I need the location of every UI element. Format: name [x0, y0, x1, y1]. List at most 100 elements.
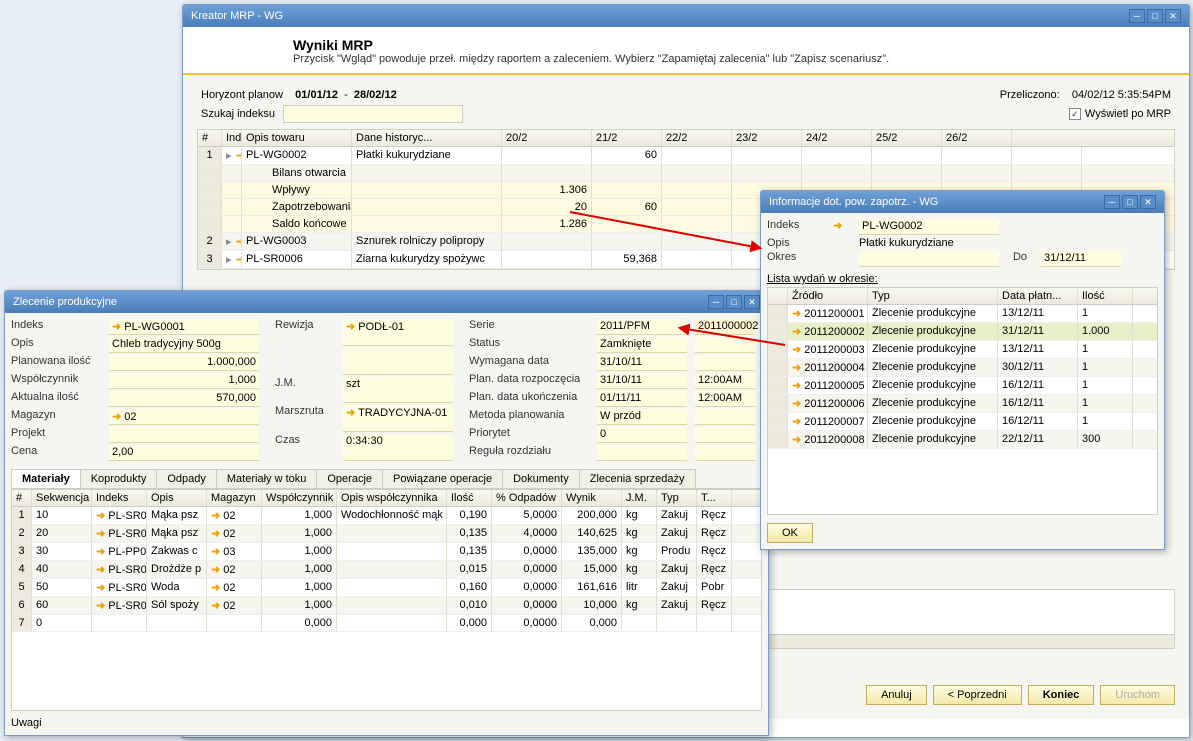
field-value[interactable]: [343, 348, 453, 375]
table-row[interactable]: ➜ 2011200006Zlecenie produkcyjne16/12/11…: [768, 395, 1157, 413]
maximize-icon[interactable]: □: [1147, 9, 1163, 23]
minimize-icon[interactable]: ─: [708, 295, 724, 309]
column-header[interactable]: Indeks: [92, 490, 147, 506]
drill-arrow-icon[interactable]: ➜: [96, 581, 105, 594]
close-icon[interactable]: ✕: [744, 295, 760, 309]
field-value[interactable]: 1,000: [109, 373, 259, 389]
field-value[interactable]: Chleb tradycyjny 500g: [109, 337, 259, 353]
column-header[interactable]: Magazyn: [207, 490, 262, 506]
field-value[interactable]: 0:34:30: [343, 434, 453, 461]
drill-arrow-icon[interactable]: ➜: [96, 563, 105, 576]
field-value[interactable]: [695, 355, 755, 371]
field-value[interactable]: [695, 445, 755, 461]
table-row[interactable]: 110➜ PL-SR00Mąka psz➜ 021,000Wodochłonno…: [12, 507, 761, 525]
field-value[interactable]: ➜ TRADYCYJNA-01: [343, 405, 453, 432]
table-row[interactable]: 220➜ PL-SR00Mąka psz➜ 021,0000,1354,0000…: [12, 525, 761, 543]
drill-arrow-icon[interactable]: ➜: [211, 599, 220, 612]
column-header[interactable]: 26/2: [942, 130, 1012, 146]
tab-dokumenty[interactable]: Dokumenty: [502, 469, 580, 488]
field-value[interactable]: 31/10/11: [597, 373, 687, 389]
cancel-button[interactable]: Anuluj: [866, 685, 927, 705]
tab-materiały-w-toku[interactable]: Materiały w toku: [216, 469, 317, 488]
column-header[interactable]: 23/2: [732, 130, 802, 146]
drill-arrow-icon[interactable]: ➜: [792, 433, 801, 446]
drill-arrow-icon[interactable]: ➜: [792, 361, 801, 374]
column-header[interactable]: 20/2: [502, 130, 592, 146]
info-period-to[interactable]: 31/12/11: [1041, 251, 1121, 267]
tab-operacje[interactable]: Operacje: [316, 469, 383, 488]
drill-arrow-icon[interactable]: ➜: [211, 545, 220, 558]
drill-arrow-icon[interactable]: ➜: [792, 343, 801, 356]
column-header[interactable]: J.M.: [622, 490, 657, 506]
maximize-icon[interactable]: □: [1122, 195, 1138, 209]
drill-arrow-icon[interactable]: ➜: [211, 563, 220, 576]
column-header[interactable]: Ilość: [1078, 288, 1133, 304]
table-row[interactable]: 700,0000,0000,00000,000: [12, 615, 761, 632]
drill-arrow-icon[interactable]: ➜: [96, 545, 105, 558]
info-grid[interactable]: ŹródłoTypData płatn...Ilość ➜ 2011200001…: [767, 287, 1158, 515]
drill-arrow-icon[interactable]: ➜: [792, 397, 801, 410]
drill-arrow-icon[interactable]: ➜: [112, 410, 121, 423]
field-value[interactable]: 1.000,000: [109, 355, 259, 371]
close-icon[interactable]: ✕: [1165, 9, 1181, 23]
materials-grid[interactable]: #SekwencjaIndeksOpisMagazynWspółczynnikO…: [11, 489, 762, 711]
minimize-icon[interactable]: ─: [1129, 9, 1145, 23]
column-header[interactable]: #: [12, 490, 32, 506]
drill-arrow-icon[interactable]: ➜: [346, 406, 355, 419]
drill-arrow-icon[interactable]: ➜: [211, 509, 220, 522]
column-header[interactable]: #: [198, 130, 222, 146]
info-titlebar[interactable]: Informacje dot. pow. zapotrz. - WG ─ □ ✕: [761, 191, 1164, 213]
drill-arrow-icon[interactable]: ➜: [211, 581, 220, 594]
table-row[interactable]: ➜ 2011200001Zlecenie produkcyjne13/12/11…: [768, 305, 1157, 323]
column-header[interactable]: Typ: [657, 490, 697, 506]
field-value[interactable]: szt: [343, 377, 453, 404]
column-header[interactable]: Wynik: [562, 490, 622, 506]
column-header[interactable]: 25/2: [872, 130, 942, 146]
field-value[interactable]: ➜ PL-WG0001: [109, 319, 259, 335]
previous-button[interactable]: < Poprzedni: [933, 685, 1022, 705]
info-idx-value[interactable]: PL-WG0002: [859, 219, 999, 235]
field-value[interactable]: W przód: [597, 409, 687, 425]
tab-zlecenia-sprzedaży[interactable]: Zlecenia sprzedaży: [579, 469, 696, 488]
drill-arrow-icon[interactable]: ➜: [96, 599, 105, 612]
column-header[interactable]: [768, 288, 788, 304]
run-button[interactable]: Uruchom: [1100, 685, 1175, 705]
field-value[interactable]: 570,000: [109, 391, 259, 407]
column-header[interactable]: 21/2: [592, 130, 662, 146]
column-header[interactable]: Typ: [868, 288, 998, 304]
column-header[interactable]: % Odpadów: [492, 490, 562, 506]
drill-arrow-icon[interactable]: ➜: [833, 219, 853, 235]
maximize-icon[interactable]: □: [726, 295, 742, 309]
field-value[interactable]: ➜ PODŁ-01: [343, 319, 453, 346]
field-value[interactable]: [695, 409, 755, 425]
column-header[interactable]: Opis: [147, 490, 207, 506]
close-icon[interactable]: ✕: [1140, 195, 1156, 209]
drill-arrow-icon[interactable]: ➜: [792, 325, 801, 338]
column-header[interactable]: T...: [697, 490, 732, 506]
field-value[interactable]: 2011/PFM: [597, 319, 687, 335]
drill-arrow-icon[interactable]: ➜: [112, 320, 121, 333]
drill-arrow-icon[interactable]: ➜: [792, 307, 801, 320]
column-header[interactable]: Współczynnik: [262, 490, 337, 506]
field-value[interactable]: [695, 427, 755, 443]
drill-arrow-icon[interactable]: ➜: [96, 527, 105, 540]
field-value[interactable]: Zamknięte: [597, 337, 687, 353]
column-header[interactable]: 24/2: [802, 130, 872, 146]
column-header[interactable]: Źródło: [788, 288, 868, 304]
column-header[interactable]: Data płatn...: [998, 288, 1078, 304]
table-row[interactable]: ➜ 2011200007Zlecenie produkcyjne16/12/11…: [768, 413, 1157, 431]
tab-odpady[interactable]: Odpady: [156, 469, 217, 488]
table-row[interactable]: ➜ 2011200005Zlecenie produkcyjne16/12/11…: [768, 377, 1157, 395]
table-row[interactable]: 660➜ PL-SR00Sól spoży➜ 021,0000,0100,000…: [12, 597, 761, 615]
field-value[interactable]: ➜ 02: [109, 409, 259, 425]
field-value[interactable]: [109, 427, 259, 443]
show-after-mrp-checkbox[interactable]: ✓ Wyświetl po MRP: [1069, 108, 1171, 120]
minimize-icon[interactable]: ─: [1104, 195, 1120, 209]
field-value[interactable]: 0: [597, 427, 687, 443]
table-row[interactable]: ➜ 2011200008Zlecenie produkcyjne22/12/11…: [768, 431, 1157, 449]
table-row[interactable]: ➜ 2011200003Zlecenie produkcyjne13/12/11…: [768, 341, 1157, 359]
tab-koprodukty[interactable]: Koprodukty: [80, 469, 158, 488]
table-row[interactable]: ➜ 2011200002Zlecenie produkcyjne31/12/11…: [768, 323, 1157, 341]
column-header[interactable]: Opis towaru: [242, 130, 352, 146]
drill-arrow-icon[interactable]: ➜: [792, 379, 801, 392]
